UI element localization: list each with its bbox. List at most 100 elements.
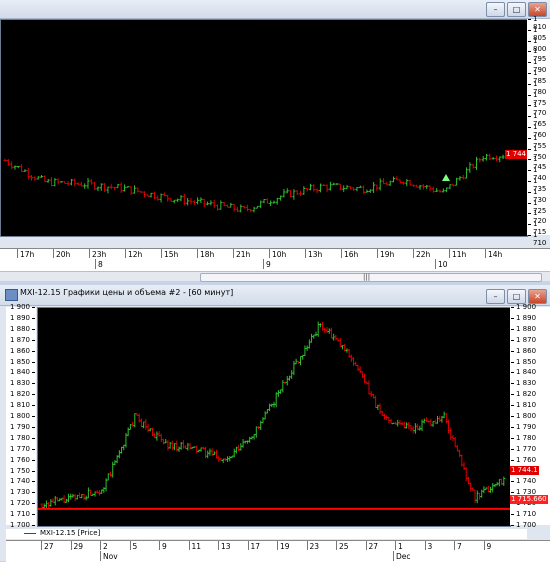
y-tick-label: 1 780 [9,433,36,442]
price-bar [192,200,196,205]
price-bar [149,192,153,198]
x-tick-label: 27 [365,541,379,551]
price-bar [222,202,226,207]
price-bar [239,443,243,451]
x-tick-label: 11h [448,249,467,259]
x-tick-label: 5 [129,541,138,551]
top-y-axis: 1 810 1 805 1 800 1 795 1 790 1 785 1 780 1 775… [527,15,550,247]
x-tick-label: 21h [232,249,251,259]
price-bar [261,417,265,424]
y-tick-label: 1 710 [528,231,550,247]
price-bar [113,186,117,191]
price-bar [196,197,200,205]
x-tick-label: 29 [70,541,84,551]
price-bar [464,467,468,482]
bottom-window-controls: – □ ✕ [486,289,547,304]
price-bar [49,499,53,507]
price-bar [418,184,422,190]
price-bar [109,184,113,190]
price-bar [388,180,392,186]
price-bar [413,423,417,434]
price-bar [16,165,20,169]
price-bar [64,498,68,503]
price-bar [86,177,90,189]
x-tick-label: 19h [376,249,395,259]
x-tick-label: 18h [196,249,215,259]
price-bar [245,204,249,212]
price-bar [146,194,150,197]
price-bar [441,188,445,193]
price-bar [99,183,103,191]
price-bar [249,208,253,213]
price-bar [409,424,413,432]
price-bar [113,460,117,466]
price-bar [89,178,93,185]
price-bar [352,357,356,366]
price-bar [20,164,24,172]
price-bar [259,200,263,209]
price-bar [123,184,127,192]
price-bar [269,200,273,207]
price-bar [129,186,133,195]
price-bar [282,188,286,198]
x-tick-label: 9 [483,541,492,551]
price-bar [438,189,442,193]
price-bar [285,376,289,386]
minimize-button[interactable]: – [486,289,505,304]
top-horizontal-scrollbar[interactable]: ||| [0,271,550,282]
price-bar [206,450,210,459]
price-bar [468,162,472,173]
price-bar [422,418,426,424]
y-tick-label: 1 700 [510,521,537,529]
legend-label: MXI-12.15 [Price] [40,529,101,537]
price-bar [136,187,140,193]
price-bar [481,155,485,162]
top-x-axis: 17h 20h 23h 12h 15h 18h 21h 10h 13h 16h 19h 22h 11h 1… [0,248,550,271]
bottom-price-plot[interactable] [37,307,511,527]
y-tick-label: 1 890 [9,313,36,322]
y-tick-label: 1 810 [9,401,36,410]
price-bar [448,184,452,190]
price-bar [405,178,409,187]
y-tick-label: 1 710 [9,510,36,519]
close-button[interactable]: ✕ [528,289,547,304]
x-month-label: Dec [393,551,411,561]
price-bar [421,184,425,190]
price-bar [139,418,143,428]
x-month-label: Nov [100,551,118,561]
price-bar [209,200,213,206]
price-bar [49,177,53,187]
price-bar [494,155,498,162]
y-tick-label: 1 900 [9,303,36,311]
minimize-button[interactable]: – [486,2,505,17]
price-bar [76,182,80,186]
price-bar [308,183,312,191]
price-bar [10,161,14,170]
price-bar [378,178,382,191]
scrollbar-thumb[interactable]: ||| [200,273,542,282]
price-bar [33,176,37,181]
y-tick-label: 1 700 [9,521,36,529]
price-bar [365,189,369,193]
price-bar [262,198,266,204]
price-bar [328,181,332,191]
price-bar [40,175,44,178]
price-bar [126,427,130,437]
price-bar [329,327,333,339]
maximize-button[interactable]: □ [507,2,526,17]
price-bar [451,434,455,442]
maximize-button[interactable]: □ [507,289,526,304]
top-price-plot[interactable]: 1 744 [0,19,528,237]
price-bar [26,167,30,180]
bottom-last-price-tag: 1 744.1 [510,466,539,475]
price-bar [53,178,57,187]
price-bar [225,204,229,208]
price-bar [348,186,352,190]
price-bar [471,163,475,169]
top-chart-window: – □ ✕ 1 744 1 810 1 805 1 800 1 795 1 790 1 7… [0,0,550,271]
price-bar [352,187,356,192]
price-bar [248,436,252,443]
price-bar [106,186,110,194]
y-tick-label: 1 820 [510,390,537,399]
price-bar [133,413,137,428]
